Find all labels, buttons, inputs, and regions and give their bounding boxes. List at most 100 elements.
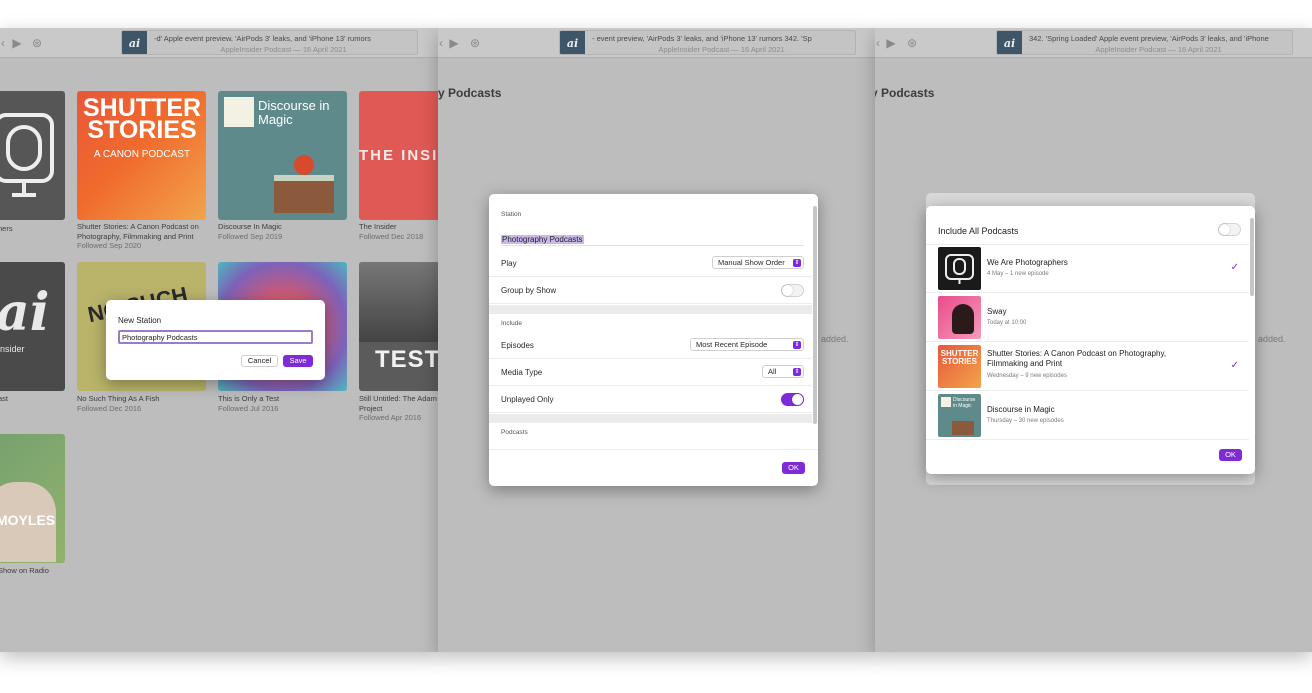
unplayed-row: Unplayed Only bbox=[489, 387, 812, 413]
sheet-title: y Podcasts bbox=[875, 86, 935, 100]
podcast-meta: Today at 10:00 bbox=[987, 320, 1027, 326]
include-header: Include bbox=[501, 320, 522, 327]
toggle-knob bbox=[782, 285, 793, 296]
back-icon[interactable]: ‹ bbox=[0, 36, 10, 50]
station-settings-dialog: Station Photography Podcasts Play Manual… bbox=[489, 194, 818, 486]
microphone-camera-icon bbox=[0, 113, 54, 197]
chevron-updown-icon: ⇕ bbox=[793, 341, 801, 349]
podcast-name: Sway bbox=[987, 307, 1007, 316]
apple-art bbox=[294, 155, 314, 175]
tile-art-subtitle: A CANON PODCAST bbox=[93, 149, 191, 160]
toolbar: ‹ ▶ ⊛ ai -d' Apple event preview, 'AirPo… bbox=[0, 28, 438, 58]
now-playing-title: 342. 'Spring Loaded' Apple event preview… bbox=[1029, 34, 1269, 43]
episodes-select[interactable]: Most Recent Episode ⇕ bbox=[690, 338, 804, 351]
skip-forward-icon[interactable]: ⊛ bbox=[30, 36, 44, 50]
ok-button[interactable]: OK bbox=[782, 462, 805, 474]
media-type-select[interactable]: All ⇕ bbox=[762, 365, 804, 378]
podcast-tile[interactable]: THE INSI bbox=[359, 91, 438, 220]
group-by-show-toggle[interactable] bbox=[781, 284, 804, 297]
podcast-tile[interactable]: ai nsider bbox=[0, 262, 65, 391]
toolbar: ‹ ▶ ⊛ ai - event preview, 'AirPods 3' le… bbox=[438, 28, 875, 58]
podcast-name: We Are Photographers bbox=[987, 258, 1068, 267]
toggle-knob bbox=[792, 394, 803, 405]
podcast-tile[interactable]: SHUTTER STORIES A CANON PODCAST bbox=[77, 91, 206, 220]
now-playing-title: -d' Apple event preview, 'AirPods 3' lea… bbox=[154, 34, 371, 43]
books-art bbox=[952, 421, 974, 435]
now-playing[interactable]: ai - event preview, 'AirPods 3' leaks, a… bbox=[559, 30, 856, 55]
include-all-label: Include All Podcasts bbox=[938, 226, 1019, 236]
tile-caption: The Insider Followed Dec 2018 bbox=[359, 222, 424, 241]
station-name-input[interactable] bbox=[118, 330, 313, 344]
station-header: Station bbox=[501, 211, 522, 218]
cancel-button[interactable]: Cancel bbox=[241, 355, 278, 367]
play-label: Play bbox=[501, 259, 517, 268]
play-icon[interactable]: ▶ bbox=[884, 36, 898, 50]
section-divider bbox=[489, 305, 812, 314]
skip-forward-icon[interactable]: ⊛ bbox=[468, 36, 482, 50]
ok-button[interactable]: OK bbox=[1219, 449, 1242, 461]
top-hat-badge bbox=[224, 97, 254, 127]
podcast-row[interactable]: We Are Photographers 4 May – 1 new episo… bbox=[926, 244, 1249, 293]
sway-portrait-icon bbox=[938, 296, 981, 339]
now-playing-artwork: ai bbox=[560, 31, 585, 54]
podcast-meta: Thursday – 30 new episodes bbox=[987, 418, 1064, 424]
media-type-row: Media Type All ⇕ bbox=[489, 360, 812, 386]
station-name-value: Photography Podcasts bbox=[501, 235, 584, 244]
now-playing-subtitle: AppleInsider Podcast — 16 April 2021 bbox=[658, 45, 785, 54]
tile-caption: This is Only a Test Followed Jul 2016 bbox=[218, 394, 280, 413]
now-playing-artwork: ai bbox=[122, 31, 147, 54]
podcast-row[interactable]: Sway Today at 10:00 bbox=[926, 293, 1249, 342]
group-row: Group by Show bbox=[489, 278, 812, 304]
tile-caption: Discourse In Magic Followed Sep 2019 bbox=[218, 222, 283, 241]
tile-art-title: TEST bbox=[375, 346, 438, 373]
podcast-tile[interactable]: MOYLES bbox=[0, 434, 65, 563]
empty-state-text: added. bbox=[821, 334, 849, 344]
now-playing[interactable]: ai 342. 'Spring Loaded' Apple event prev… bbox=[996, 30, 1293, 55]
scrollbar[interactable] bbox=[1250, 218, 1254, 296]
now-playing[interactable]: ai -d' Apple event preview, 'AirPods 3' … bbox=[121, 30, 418, 55]
empty-state-text: added. bbox=[1258, 334, 1286, 344]
tile-caption: Shutter Stories: A Canon Podcast on Phot… bbox=[77, 222, 199, 250]
podcasts-header: Podcasts bbox=[501, 429, 528, 436]
tile-caption: Still Untitled: The Adam Savage Project … bbox=[359, 394, 438, 422]
podcast-meta: 4 May – 1 new episode bbox=[987, 271, 1049, 277]
podcast-name: Shutter Stories: A Canon Podcast on Phot… bbox=[987, 349, 1167, 368]
chevron-updown-icon: ⇕ bbox=[793, 259, 801, 267]
microphone-camera-icon bbox=[938, 247, 981, 290]
tile-art-title: ai bbox=[0, 282, 50, 343]
toolbar: ‹ ▶ ⊛ ai 342. 'Spring Loaded' Apple even… bbox=[875, 28, 1312, 58]
podcast-meta: Wednesday – 9 new episodes bbox=[987, 373, 1067, 379]
now-playing-artwork: ai bbox=[997, 31, 1022, 54]
play-icon[interactable]: ▶ bbox=[447, 36, 461, 50]
skip-forward-icon[interactable]: ⊛ bbox=[905, 36, 919, 50]
include-all-toggle[interactable] bbox=[1218, 223, 1241, 236]
art-title: Discourse in Magic bbox=[953, 397, 976, 409]
podcast-row[interactable]: Discourse in Magic Discourse in Magic Th… bbox=[926, 391, 1249, 440]
podcast-tile[interactable]: TEST bbox=[359, 262, 438, 391]
photo-art bbox=[359, 262, 438, 342]
shutter-stories-icon: SHUTTER STORIES bbox=[938, 345, 981, 388]
save-button[interactable]: Save bbox=[283, 355, 313, 367]
unplayed-label: Unplayed Only bbox=[501, 395, 554, 404]
play-row: Play Manual Show Order ⇕ bbox=[489, 251, 812, 277]
podcast-tile[interactable]: Discourse in Magic bbox=[218, 91, 347, 220]
media-type-label: Media Type bbox=[501, 368, 543, 377]
checkmark-icon[interactable]: ✓ bbox=[1231, 262, 1239, 273]
podcast-picker-window: ‹ ▶ ⊛ ai 342. 'Spring Loaded' Apple even… bbox=[875, 28, 1312, 652]
episodes-row: Episodes Most Recent Episode ⇕ bbox=[489, 333, 812, 359]
art-title: SHUTTER STORIES bbox=[940, 349, 979, 366]
unplayed-only-toggle[interactable] bbox=[781, 393, 804, 406]
podcast-row[interactable]: SHUTTER STORIES Shutter Stories: A Canon… bbox=[926, 342, 1249, 391]
station-name-field[interactable]: Photography Podcasts bbox=[501, 229, 804, 246]
scrollbar[interactable] bbox=[813, 206, 817, 424]
station-settings-window: ‹ ▶ ⊛ ai - event preview, 'AirPods 3' le… bbox=[438, 28, 875, 652]
tile-art-subtitle: nsider bbox=[0, 344, 25, 354]
books-art bbox=[274, 175, 334, 213]
checkmark-icon[interactable]: ✓ bbox=[1231, 360, 1239, 371]
play-icon[interactable]: ▶ bbox=[10, 36, 24, 50]
chevron-updown-icon: ⇕ bbox=[793, 368, 801, 376]
tile-art-title: Discourse in Magic bbox=[258, 98, 330, 127]
play-order-select[interactable]: Manual Show Order ⇕ bbox=[712, 256, 804, 269]
podcast-tile[interactable] bbox=[0, 91, 65, 220]
now-playing-title: - event preview, 'AirPods 3' leaks, and … bbox=[592, 34, 812, 43]
